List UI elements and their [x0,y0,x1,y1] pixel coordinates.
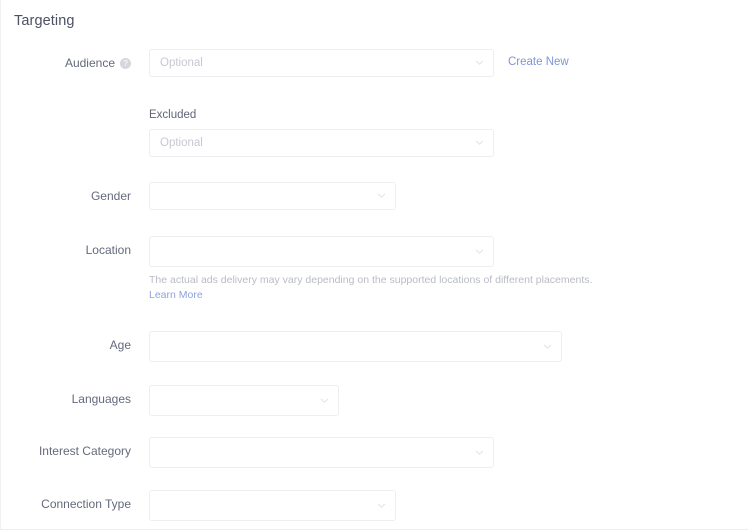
chevron-down-icon [475,247,484,256]
excluded-label: Excluded [149,109,197,121]
excluded-select[interactable]: Optional [149,129,494,157]
age-select[interactable] [149,331,562,362]
chevron-down-icon [377,501,386,510]
languages-field-col [149,385,339,416]
page-title: Targeting [14,13,75,29]
languages-label: Languages [71,392,131,406]
location-field-col: The actual ads delivery may vary dependi… [149,236,592,302]
field-row-excluded: Excluded Optional [149,108,494,157]
audience-label: Audience [64,56,115,70]
location-select[interactable] [149,236,494,267]
age-label: Age [109,338,131,352]
create-new-audience-link[interactable]: Create New [508,49,569,68]
chevron-down-icon [543,342,552,351]
chevron-down-icon [377,191,386,200]
gender-field-col [149,182,396,210]
audience-label-group: Audience ? [1,49,131,77]
connection-type-label: Connection Type [41,497,131,511]
field-row-gender: Gender [1,182,396,210]
field-row-location: Location The actual ads delivery may var… [1,236,592,302]
age-field-col [149,331,562,362]
field-row-connection-type: Connection Type [1,490,396,521]
excluded-field-col: Excluded Optional [149,108,494,157]
chevron-down-icon [475,138,484,147]
location-learn-more-link[interactable]: Learn More [149,288,592,302]
interest-category-label: Interest Category [38,444,131,458]
chevron-down-icon [475,448,484,457]
gender-label: Gender [90,189,131,203]
help-circle-icon[interactable]: ? [120,57,131,69]
connection-type-select[interactable] [149,490,396,521]
field-row-audience: Audience ? Optional Create New [1,49,569,77]
interest-category-select[interactable] [149,437,494,468]
field-row-languages: Languages [1,385,339,416]
connection-type-field-col [149,490,396,521]
chevron-down-icon [475,58,484,67]
gender-select[interactable] [149,182,396,210]
location-label: Location [85,243,131,257]
location-helper-text: The actual ads delivery may vary dependi… [149,274,593,286]
field-row-age: Age [1,331,562,362]
chevron-down-icon [320,396,329,405]
interest-category-field-col [149,437,494,468]
languages-select[interactable] [149,385,339,416]
audience-placeholder: Optional [160,57,203,69]
field-row-interest-category: Interest Category [1,437,494,468]
audience-field-col: Optional [149,49,494,77]
targeting-panel: Targeting Audience ? Optional Create New… [0,0,748,530]
excluded-placeholder: Optional [160,137,203,149]
audience-select[interactable]: Optional [149,49,494,77]
